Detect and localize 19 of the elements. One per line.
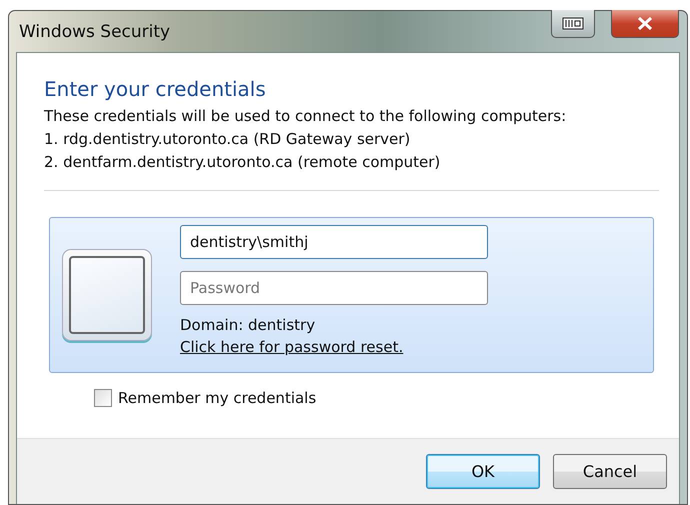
remember-checkbox[interactable] bbox=[94, 389, 112, 407]
user-tile-icon bbox=[62, 249, 152, 341]
close-button[interactable] bbox=[611, 10, 679, 38]
description-line: 2. dentfarm.dentistry.utoronto.ca (remote computer) bbox=[44, 152, 442, 173]
window-title: Windows Security bbox=[19, 22, 170, 42]
credential-tile[interactable]: dentistry\smithj Password Domain: dentistry Click here for password reset. bbox=[49, 217, 654, 373]
card-reader-button[interactable] bbox=[551, 10, 595, 38]
username-field[interactable]: dentistry\smithj bbox=[180, 224, 488, 258]
checkbox-label: Remember my credentials bbox=[118, 389, 316, 407]
description-line: 1. rdg.dentistry.utoronto.ca (RD Gateway server) bbox=[44, 129, 412, 150]
close-icon bbox=[637, 17, 653, 30]
dialog-heading: Enter your credentials bbox=[44, 77, 267, 101]
password-field[interactable]: Password bbox=[180, 270, 488, 304]
dialog-button[interactable]: Cancel bbox=[553, 454, 667, 489]
domain-label: Domain: dentistry bbox=[180, 316, 316, 334]
card-reader-icon bbox=[562, 17, 584, 30]
default-button[interactable]: OK bbox=[426, 454, 540, 489]
description-line: These credentials will be used to connect to the following computers: bbox=[44, 106, 568, 127]
password-reset-link[interactable]: Click here for password reset. bbox=[180, 338, 488, 356]
